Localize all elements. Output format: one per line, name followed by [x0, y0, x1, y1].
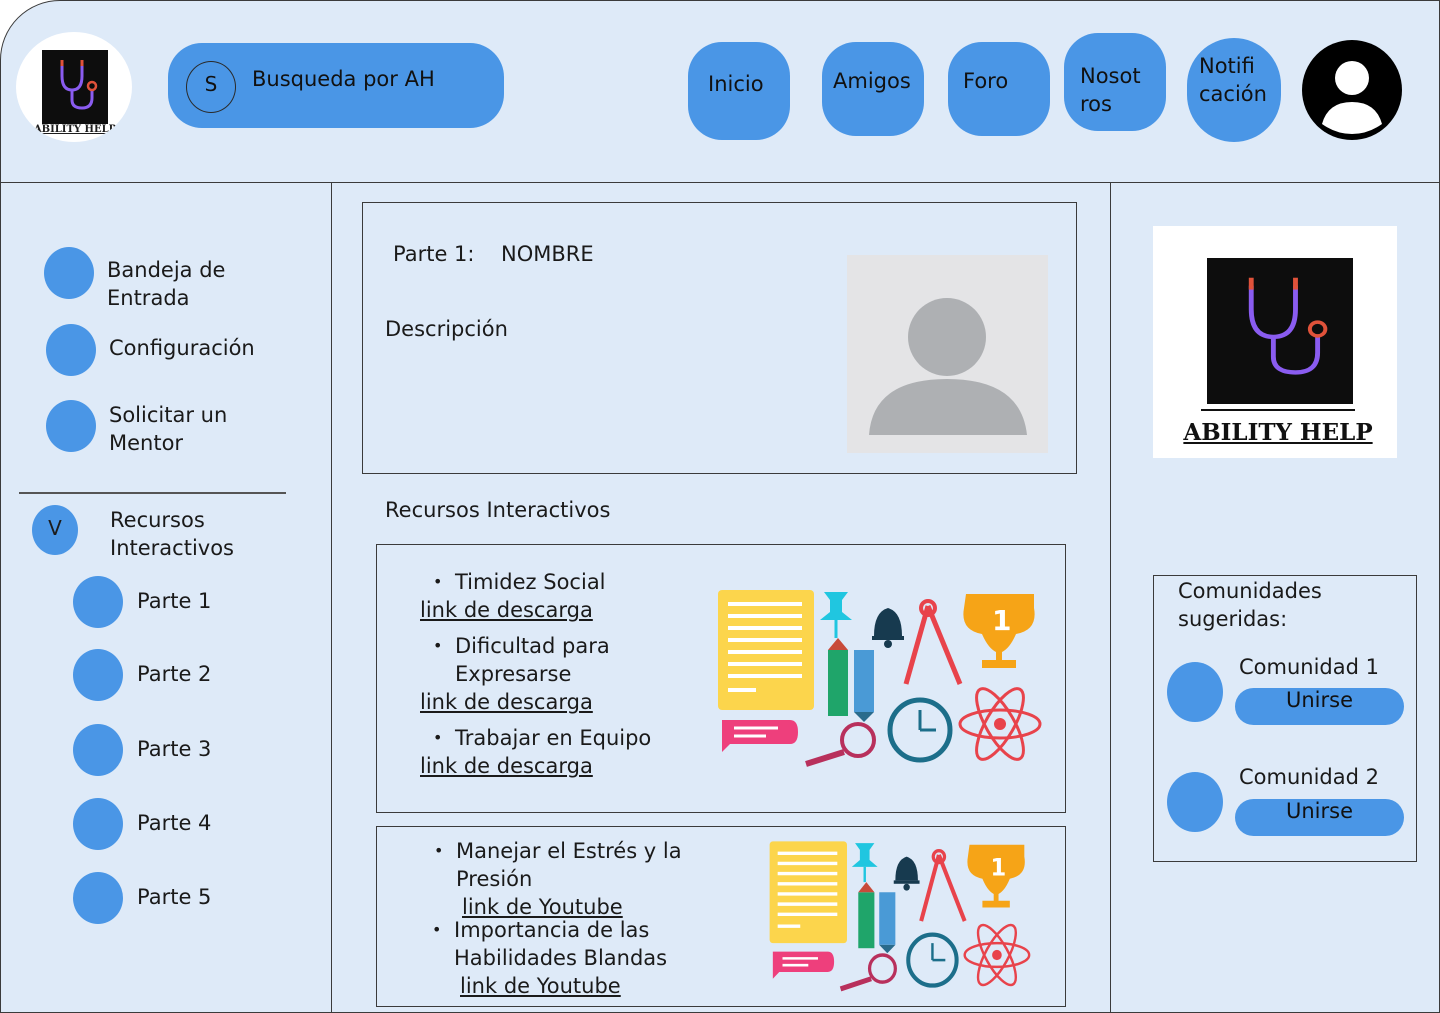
community-avatar[interactable]	[1167, 662, 1223, 722]
resource-title-line: Expresarse	[455, 662, 572, 686]
brand-card: ABILITY HELP	[1153, 226, 1397, 458]
youtube-link[interactable]: link de Youtube	[460, 972, 621, 1000]
part-icon[interactable]	[73, 872, 123, 924]
communities-title-line: sugeridas:	[1178, 607, 1288, 631]
mentor-icon[interactable]	[46, 400, 96, 452]
brand-divider	[1201, 409, 1355, 411]
resource-title: Importancia de las Habilidades Blandas	[432, 916, 668, 972]
stethoscope-icon	[42, 50, 108, 124]
sidebar-divider	[19, 492, 286, 494]
sidebar-label: Bandeja de	[107, 258, 226, 282]
nav-nosotros-label-1: Nosot	[1080, 64, 1141, 88]
join-button[interactable]: Unirse	[1235, 799, 1404, 836]
profile-description: Descripción	[385, 317, 508, 341]
nav-nosotros-label-2: ros	[1080, 92, 1112, 116]
resource-title: Trabajar en Equipo	[433, 724, 651, 752]
education-icons: 1	[716, 586, 1046, 770]
resource-title-line: Importancia de las	[454, 918, 650, 942]
settings-icon[interactable]	[46, 324, 96, 376]
communities-title: Comunidades sugeridas:	[1178, 577, 1322, 633]
sidebar-item-parte-3[interactable]: Parte 3	[137, 735, 211, 763]
sidebar-item-parte-5[interactable]: Parte 5	[137, 883, 211, 911]
profile-photo-placeholder-icon	[847, 255, 1048, 453]
nav-inicio[interactable]: Inicio	[688, 42, 790, 140]
logo-text: ABILITY HELP	[33, 124, 117, 135]
part-icon[interactable]	[73, 724, 123, 776]
communities-title-line: Comunidades	[1178, 579, 1322, 603]
sidebar-label: Recursos	[110, 508, 205, 532]
nav-notificacion-label-1: Notifi	[1199, 54, 1255, 78]
resource-title: Timidez Social	[433, 568, 605, 596]
search-input[interactable]: Busqueda por AH	[252, 65, 435, 93]
search-bar[interactable]: S Busqueda por AH	[168, 43, 504, 128]
resource-title: Manejar el Estrés y la Presión	[434, 837, 682, 893]
nav-notificacion-label-2: cación	[1199, 82, 1267, 106]
section-title: Recursos Interactivos	[385, 498, 611, 522]
join-button[interactable]: Unirse	[1235, 688, 1404, 725]
community-avatar[interactable]	[1167, 772, 1223, 832]
brand-name: ABILITY HELP	[1183, 419, 1373, 446]
user-avatar-icon[interactable]	[1302, 40, 1402, 140]
nav-notificacion[interactable]: Notifi cación	[1187, 38, 1281, 142]
nav-foro-label: Foro	[963, 69, 1009, 93]
expand-icon[interactable]: V	[32, 505, 78, 555]
sidebar-item-parte-4[interactable]: Parte 4	[137, 809, 211, 837]
svg-text:1: 1	[992, 604, 1011, 637]
download-link[interactable]: link de descarga	[420, 688, 593, 716]
inbox-icon[interactable]	[44, 247, 94, 299]
resource-title-line: Manejar el Estrés y la	[456, 839, 682, 863]
nav-amigos-label: Amigos	[833, 69, 911, 93]
profile-name: NOMBRE	[501, 242, 594, 266]
sidebar-label: Solicitar un	[109, 403, 228, 427]
sidebar-item-recursos[interactable]: Recursos Interactivos	[110, 506, 234, 562]
education-icons: 1	[768, 838, 1034, 994]
sidebar-item-parte-2[interactable]: Parte 2	[137, 660, 211, 688]
sidebar-item-parte-1[interactable]: Parte 1	[137, 587, 211, 615]
download-link[interactable]: link de descarga	[420, 752, 593, 780]
community-name: Comunidad 2	[1239, 765, 1379, 789]
resource-title-line: Habilidades Blandas	[454, 946, 668, 970]
sidebar-item-mentor[interactable]: Solicitar un Mentor	[109, 401, 227, 457]
sidebar-label: Interactivos	[110, 536, 234, 560]
nav-nosotros[interactable]: Nosot ros	[1064, 33, 1166, 131]
resource-title-line: Dificultad para	[455, 634, 610, 658]
resource-title-line: Presión	[456, 867, 533, 891]
sidebar-item-configuracion[interactable]: Configuración	[109, 334, 255, 362]
stethoscope-icon	[1207, 258, 1353, 404]
resource-title: Dificultad para Expresarse	[433, 632, 610, 688]
nav-inicio-label: Inicio	[708, 72, 764, 96]
svg-text:1: 1	[990, 855, 1006, 882]
sidebar-label: Mentor	[109, 431, 184, 455]
sidebar-label: Entrada	[107, 286, 190, 310]
nav-amigos[interactable]: Amigos	[822, 42, 924, 136]
part-label: Parte 1:	[393, 242, 475, 266]
sidebar-item-bandeja[interactable]: Bandeja de Entrada	[107, 256, 225, 312]
download-link[interactable]: link de descarga	[420, 596, 593, 624]
part-icon[interactable]	[73, 798, 123, 850]
nav-foro[interactable]: Foro	[948, 42, 1050, 136]
part-icon[interactable]	[73, 649, 123, 701]
app-logo[interactable]: ABILITY HELP	[16, 32, 132, 142]
community-name: Comunidad 1	[1239, 655, 1379, 679]
search-icon[interactable]: S	[186, 61, 236, 113]
part-icon[interactable]	[73, 576, 123, 628]
